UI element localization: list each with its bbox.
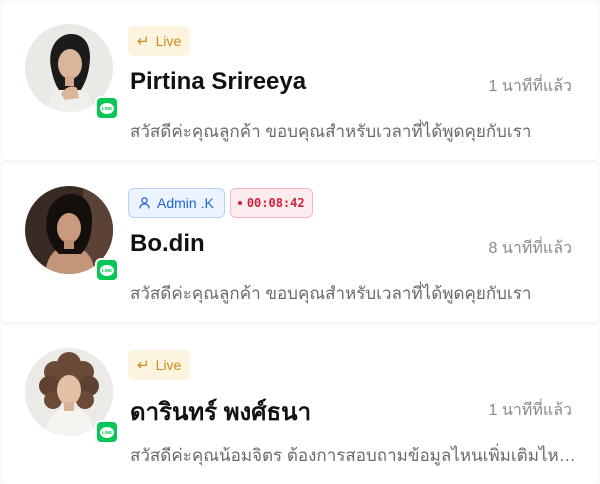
timestamp: 1 นาทีที่แล้ว <box>488 402 572 419</box>
message-preview: สวัสดีค่ะคุณน้อมจิตร ต้องการสอบถามข้อมูล… <box>130 446 576 465</box>
live-tag: ↵ Live <box>128 350 191 380</box>
message-preview: สวัสดีค่ะคุณลูกค้า ขอบคุณสำหรับเวลาที่ได… <box>130 122 532 141</box>
assigned-admin-tag: Admin .K <box>128 188 225 218</box>
dot-icon <box>237 201 242 205</box>
avatar-container: LINE <box>25 348 119 444</box>
message-preview: สวัสดีค่ะคุณลูกค้า ขอบคุณสำหรับเวลาที่ได… <box>130 284 532 303</box>
live-tag: ↵ Live <box>128 26 191 56</box>
reply-arrow-icon: ↵ <box>137 356 150 374</box>
avatar-container: LINE <box>25 24 119 120</box>
contact-name: Pirtina Srireeya <box>130 68 307 95</box>
timer-value: 00:08:42 <box>246 196 305 210</box>
live-tag-label: Live <box>155 357 182 373</box>
assigned-admin-label: Admin .K <box>157 195 214 211</box>
line-app-icon: LINE <box>95 420 119 444</box>
tag-group: ↵ Live <box>128 350 191 380</box>
tag-group: Admin .K 00:08:42 <box>128 188 313 218</box>
contact-name: Bo.din <box>130 230 205 257</box>
tag-group: ↵ Live <box>128 26 191 56</box>
timer-tag: 00:08:42 <box>229 188 313 218</box>
conversation-list: LINE ↵ Live Pirtina Srireeya 1 นาทีที่แล… <box>0 0 600 484</box>
avatar-container: LINE <box>25 186 119 282</box>
reply-arrow-icon: ↵ <box>137 32 150 50</box>
conversation-item[interactable]: LINE ↵ Live Pirtina Srireeya 1 นาทีที่แล… <box>2 2 598 160</box>
line-app-icon: LINE <box>95 96 119 120</box>
timestamp: 8 นาทีที่แล้ว <box>488 240 572 257</box>
conversation-item[interactable]: LINE ↵ Live ดารินทร์ พงศ์ธนา 1 นาทีที่แล… <box>2 326 598 484</box>
live-tag-label: Live <box>155 33 182 49</box>
timestamp: 1 นาทีที่แล้ว <box>488 78 572 95</box>
conversation-item[interactable]: LINE Admin .K 00:08:42 Bo.din 8 นาทีที่แ… <box>2 164 598 322</box>
user-icon <box>139 197 150 209</box>
contact-name: ดารินทร์ พงศ์ธนา <box>130 399 312 426</box>
line-app-icon: LINE <box>95 258 119 282</box>
